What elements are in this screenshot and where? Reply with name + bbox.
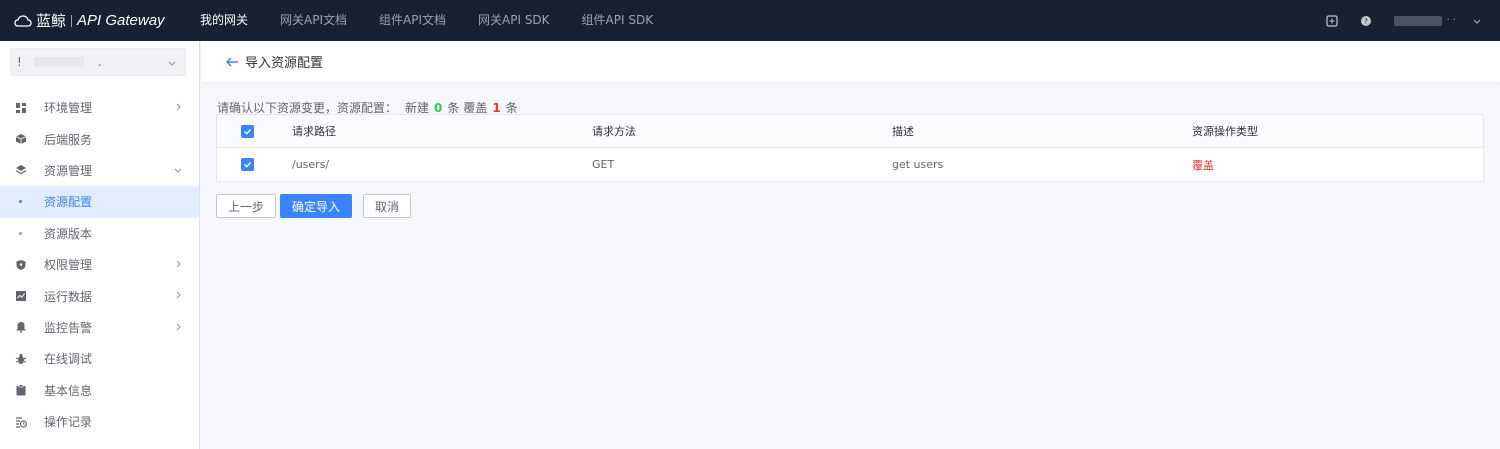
cell-method: GET (592, 158, 615, 171)
chevron-down-icon (174, 168, 182, 173)
cloud-logo-icon (14, 14, 32, 27)
bug-icon (15, 353, 27, 365)
nav-component-api-docs[interactable]: 组件API文档 (379, 0, 446, 41)
help-icon[interactable]: ? (1360, 15, 1372, 27)
sidebar-item-label: 操作记录 (44, 415, 93, 430)
username-suffix: · · (1446, 15, 1456, 26)
cell-description: get users (892, 158, 944, 171)
gateway-name-redacted (33, 57, 84, 67)
sidebar-item-monitoring[interactable]: 监控告警 (0, 312, 199, 343)
row-checkbox[interactable] (241, 158, 254, 171)
top-right-tools: ? · · (1326, 0, 1500, 41)
clipboard-icon (15, 384, 27, 396)
chart-icon (15, 290, 27, 302)
gateway-select-prefix: ! (17, 55, 22, 69)
chevron-right-icon (176, 260, 181, 268)
nav-gateway-api-docs[interactable]: 网关API文档 (280, 0, 347, 41)
shield-icon (15, 259, 27, 271)
check-icon (244, 128, 252, 135)
page-header: 导入资源配置 (201, 41, 1500, 82)
chevron-down-icon (168, 61, 176, 66)
summary-new-count: 0 (434, 100, 443, 115)
prev-step-button[interactable]: 上一步 (216, 194, 277, 218)
sidebar: ! . 环境管理 后端服务 资源管理 资源配置 资源版本 权限管理 运行数据 监… (0, 41, 200, 449)
sidebar-item-label: 基本信息 (44, 383, 93, 398)
sidebar-item-label: 权限管理 (44, 258, 93, 273)
cell-operation-type: 覆盖 (1192, 158, 1214, 172)
back-arrow-icon[interactable] (225, 56, 239, 68)
table-row: /users/ GET get users 覆盖 (217, 148, 1483, 181)
summary-cover-count: 1 (492, 100, 501, 115)
nav-my-gateway[interactable]: 我的网关 (200, 0, 248, 41)
sidebar-item-label: 监控告警 (44, 320, 93, 335)
nav-component-api-sdk[interactable]: 组件API SDK (582, 0, 654, 41)
sidebar-item-resource-management[interactable]: 资源管理 (0, 155, 199, 186)
history-icon (15, 416, 27, 428)
layers-icon (15, 164, 27, 176)
column-header-method: 请求方法 (592, 125, 636, 138)
language-icon[interactable] (1326, 14, 1339, 27)
sidebar-item-resource-config[interactable]: 资源配置 (0, 186, 199, 218)
sidebar-item-label: 资源配置 (44, 195, 93, 210)
logo-divider (71, 14, 73, 27)
confirm-import-button[interactable]: 确定导入 (280, 194, 353, 218)
product-name: API Gateway (77, 12, 165, 29)
sidebar-item-label: 环境管理 (44, 101, 93, 116)
sidebar-item-label: 资源管理 (44, 163, 93, 178)
sidebar-item-runtime-data[interactable]: 运行数据 (0, 280, 199, 311)
sidebar-item-label: 运行数据 (44, 289, 93, 304)
brand-name: 蓝鲸 (36, 12, 67, 30)
column-header-path: 请求路径 (292, 125, 336, 138)
top-nav: 我的网关 网关API文档 组件API文档 网关API SDK 组件API SDK (200, 0, 685, 41)
cube-icon (15, 133, 27, 145)
chevron-right-icon (176, 103, 181, 111)
sidebar-item-label: 后端服务 (44, 132, 93, 147)
sidebar-item-operation-log[interactable]: 操作记录 (0, 406, 199, 437)
sidebar-item-label: 在线调试 (44, 352, 93, 367)
column-header-operation-type: 资源操作类型 (1192, 125, 1258, 138)
sidebar-item-environment[interactable]: 环境管理 (0, 92, 199, 123)
logo[interactable]: 蓝鲸 API Gateway (14, 10, 190, 31)
sidebar-item-basic-info[interactable]: 基本信息 (0, 375, 199, 406)
row-check-cell (217, 158, 278, 171)
chevron-down-icon[interactable] (1472, 16, 1482, 26)
sidebar-item-label: 资源版本 (44, 226, 93, 241)
sidebar-item-online-debug[interactable]: 在线调试 (0, 343, 199, 374)
cancel-button[interactable]: 取消 (363, 194, 412, 218)
chevron-right-icon (176, 291, 181, 299)
select-all-checkbox[interactable] (241, 124, 254, 138)
top-navbar: 蓝鲸 API Gateway 我的网关 网关API文档 组件API文档 网关AP… (0, 0, 1500, 41)
table-header: 请求路径 请求方法 描述 资源操作类型 (217, 115, 1483, 148)
check-icon (244, 162, 252, 168)
column-header-description: 描述 (892, 125, 914, 138)
bell-icon (15, 321, 27, 334)
grid-icon (15, 102, 27, 114)
sidebar-item-resource-version[interactable]: 资源版本 (0, 218, 199, 249)
cell-path: /users/ (292, 158, 330, 171)
bullet-dot (19, 200, 22, 204)
select-all-cell (217, 124, 278, 138)
page-title: 导入资源配置 (245, 56, 324, 71)
nav-gateway-api-sdk[interactable]: 网关API SDK (478, 0, 550, 41)
sidebar-item-backend[interactable]: 后端服务 (0, 123, 199, 154)
svg-text:?: ? (1365, 17, 1369, 25)
sidebar-menu: 环境管理 后端服务 资源管理 资源配置 资源版本 权限管理 运行数据 监控告警 … (0, 92, 199, 437)
action-buttons: 上一步 确定导入 取消 (216, 194, 415, 218)
gateway-select-suffix: . (97, 55, 102, 69)
sidebar-item-permission[interactable]: 权限管理 (0, 249, 199, 280)
resource-change-table: 请求路径 请求方法 描述 资源操作类型 /users/ GET get user… (216, 114, 1484, 182)
chevron-right-icon (176, 323, 181, 331)
bullet-dot (19, 231, 22, 235)
gateway-select[interactable]: ! . (10, 48, 186, 76)
username-redacted[interactable] (1394, 15, 1443, 26)
